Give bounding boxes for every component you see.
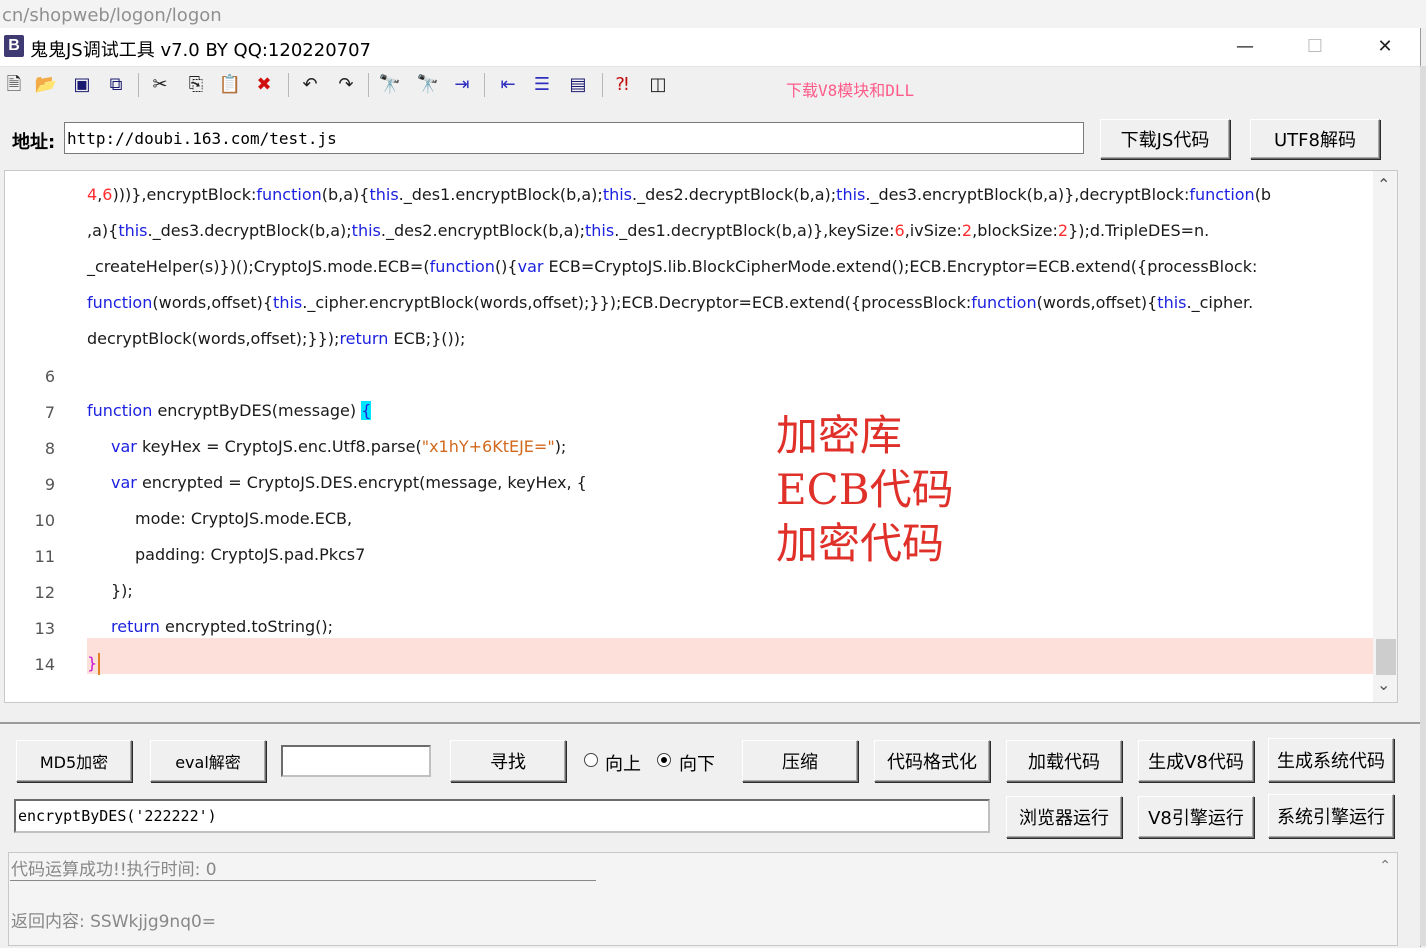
line-number: 10 xyxy=(34,511,55,530)
line-number: 7 xyxy=(44,403,55,422)
radio-up[interactable] xyxy=(584,753,598,767)
code-line-8: var keyHex = CryptoJS.enc.Utf8.parse("x1… xyxy=(111,437,567,456)
address-input[interactable]: http://doubi.163.com/test.js xyxy=(64,122,1084,154)
radio-down-label: 向下 xyxy=(679,754,715,775)
load-code-button[interactable]: 加载代码 xyxy=(1006,740,1122,782)
open-folder-icon[interactable]: 📂 xyxy=(34,72,58,98)
scrollbar-thumb[interactable] xyxy=(1376,639,1396,675)
line-number: 8 xyxy=(44,439,55,458)
system-engine-run-button[interactable]: 系统引擎运行 xyxy=(1268,794,1394,838)
background-window-strip xyxy=(1420,66,1426,946)
compress-button[interactable]: 压缩 xyxy=(742,740,858,782)
code-line-13: return encrypted.toString(); xyxy=(111,617,334,636)
code-line-1: 4,6)))},encryptBlock:function(b,a){this.… xyxy=(87,185,1272,204)
undo-icon[interactable]: ↶ xyxy=(298,72,322,98)
redo-icon[interactable]: ↷ xyxy=(334,72,358,98)
annotation-encrypt-code: 加密代码 xyxy=(776,519,945,568)
radio-down[interactable] xyxy=(657,753,671,767)
paste-icon[interactable]: 📋 xyxy=(218,72,242,98)
output-scroll-up-icon[interactable]: ⌃ xyxy=(1379,857,1391,874)
close-button[interactable]: ✕ xyxy=(1362,30,1408,64)
toolbar-separator xyxy=(602,73,603,97)
scroll-down-icon[interactable]: ⌄ xyxy=(1377,675,1390,695)
line-number: 12 xyxy=(34,583,55,602)
download-v8-link[interactable]: 下载V8模块和DLL xyxy=(786,77,914,101)
find-next-icon[interactable]: 🔭 xyxy=(416,72,440,98)
annotation-ecb-code: ECB代码 xyxy=(776,465,954,514)
output-status: 代码运算成功!!执行时间: 0 xyxy=(11,860,217,880)
outdent-icon[interactable]: ⇤ xyxy=(496,72,520,98)
code-line-7: function encryptByDES(message) { xyxy=(87,401,372,420)
line-number: 13 xyxy=(34,619,55,638)
current-line-highlight xyxy=(87,638,1377,674)
save-icon[interactable]: ▣ xyxy=(70,72,94,98)
maximize-button[interactable]: ☐ xyxy=(1292,30,1338,64)
delete-icon[interactable]: ✖ xyxy=(252,72,276,98)
code-line-5: decryptBlock(words,offset);}});return EC… xyxy=(87,329,466,348)
format-code-button[interactable]: 代码格式化 xyxy=(874,740,990,782)
window-title: 鬼鬼JS调试工具 v7.0 BY QQ:120220707 xyxy=(30,40,372,61)
save-all-icon[interactable]: ⧉ xyxy=(104,72,128,98)
code-line-10: mode: CryptoJS.mode.ECB, xyxy=(135,509,353,528)
eval-decrypt-button[interactable]: eval解密 xyxy=(150,740,266,782)
code-line-3: _createHelper(s)})();CryptoJS.mode.ECB=(… xyxy=(87,257,1258,276)
command-input[interactable]: encryptByDES('222222') xyxy=(14,799,990,833)
help-cursor-icon[interactable]: ⁈ xyxy=(610,72,634,98)
minimize-button[interactable]: — xyxy=(1222,30,1268,64)
line-number: 9 xyxy=(44,475,55,494)
generate-system-code-button[interactable]: 生成系统代码 xyxy=(1268,738,1394,782)
find-icon[interactable]: 🔭 xyxy=(378,72,402,98)
new-file-icon[interactable]: 🗎 xyxy=(2,72,26,98)
code-line-11: padding: CryptoJS.pad.Pkcs7 xyxy=(135,545,366,564)
search-input[interactable] xyxy=(281,745,431,777)
output-divider xyxy=(10,880,596,881)
app-logo-icon: B xyxy=(4,35,24,57)
copy-icon[interactable]: ⎘ xyxy=(184,72,208,98)
output-panel: 代码运算成功!!执行时间: 0 返回内容: SSWkjjg9nq0= ⌃ xyxy=(8,852,1398,946)
code-line-9: var encrypted = CryptoJS.DES.encrypt(mes… xyxy=(111,473,587,492)
line-number: 6 xyxy=(44,367,55,386)
browser-url-fragment: cn/shopweb/logon/logon xyxy=(2,5,222,26)
editor-scrollbar[interactable]: ⌃ ⌄ xyxy=(1373,171,1397,702)
generate-v8-code-button[interactable]: 生成V8代码 xyxy=(1138,740,1254,782)
code-line-2: ,a){this._des3.decryptBlock(b,a);this._d… xyxy=(87,221,1210,240)
md5-encrypt-button[interactable]: MD5加密 xyxy=(16,740,132,782)
scroll-up-icon[interactable]: ⌃ xyxy=(1377,175,1390,195)
output-result: 返回内容: SSWkjjg9nq0= xyxy=(11,912,217,932)
code-editor[interactable]: 4,6)))},encryptBlock:function(b,a){this.… xyxy=(4,170,1398,703)
code-line-14: } xyxy=(87,653,101,675)
indent-icon[interactable]: ⇥ xyxy=(450,72,474,98)
toolbar-separator xyxy=(368,73,369,97)
toolbar-separator xyxy=(484,73,485,97)
line-number: 14 xyxy=(34,655,55,674)
numbered-list-icon[interactable]: ☰ xyxy=(530,72,554,98)
window-icon[interactable]: ▤ xyxy=(566,72,590,98)
v8-engine-run-button[interactable]: V8引擎运行 xyxy=(1138,796,1254,838)
browser-run-button[interactable]: 浏览器运行 xyxy=(1006,796,1122,838)
code-line-12: }); xyxy=(111,581,133,600)
utf8-decode-button[interactable]: UTF8解码 xyxy=(1250,119,1380,159)
line-number: 11 xyxy=(34,547,55,566)
column-icon[interactable]: ◫ xyxy=(646,72,670,98)
toolbar-separator xyxy=(288,73,289,97)
toolbar-separator xyxy=(138,73,139,97)
find-button[interactable]: 寻找 xyxy=(450,740,566,782)
annotation-crypto-lib: 加密库 xyxy=(776,411,903,460)
download-js-button[interactable]: 下载JS代码 xyxy=(1100,119,1230,159)
toolbar xyxy=(0,67,1420,105)
address-label: 地址: xyxy=(12,132,56,153)
cut-icon[interactable]: ✂ xyxy=(148,72,172,98)
code-line-4: function(words,offset){this._cipher.encr… xyxy=(87,293,1254,312)
radio-up-label: 向上 xyxy=(605,754,641,775)
